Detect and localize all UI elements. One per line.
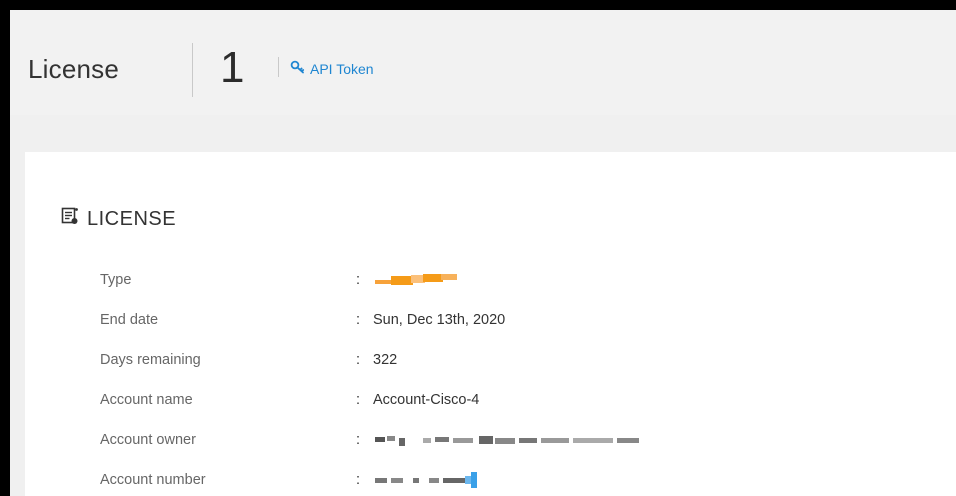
type-label: Type <box>100 272 132 288</box>
account-owner-label: Account owner <box>100 432 196 448</box>
header-divider <box>192 43 193 97</box>
section-title-text: LICENSE <box>87 207 177 230</box>
account-name-label: Account name <box>100 392 193 408</box>
account-name-value: Account-Cisco-4 <box>373 392 480 408</box>
redacted-account-number <box>375 472 575 488</box>
colon: : <box>356 432 361 448</box>
license-count: 1 <box>220 43 245 92</box>
end-date-label: End date <box>100 312 159 328</box>
days-remaining-label: Days remaining <box>100 352 201 368</box>
header-divider-small <box>278 57 279 77</box>
redacted-account-owner <box>375 432 735 448</box>
colon: : <box>356 472 361 488</box>
days-remaining-value: 322 <box>373 352 398 368</box>
key-icon <box>290 60 306 77</box>
api-token-label: API Token <box>310 60 374 77</box>
license-doc-icon <box>61 207 79 231</box>
account-number-label: Account number <box>100 472 206 488</box>
section-title: LICENSE <box>61 207 176 231</box>
colon: : <box>356 312 361 328</box>
colon: : <box>356 272 361 288</box>
api-token-link[interactable]: API Token <box>290 60 374 77</box>
page-title: License <box>28 54 120 84</box>
redacted-type <box>375 272 460 288</box>
colon: : <box>356 352 361 368</box>
license-page: License 1 API Token LICENSE Type: End d… <box>10 10 956 496</box>
colon: : <box>356 392 361 408</box>
license-panel: LICENSE Type : End date : Sun, Dec 13th,… <box>25 152 956 496</box>
page-header: License 1 API Token <box>10 10 956 115</box>
end-date-value: Sun, Dec 13th, 2020 <box>373 312 506 328</box>
